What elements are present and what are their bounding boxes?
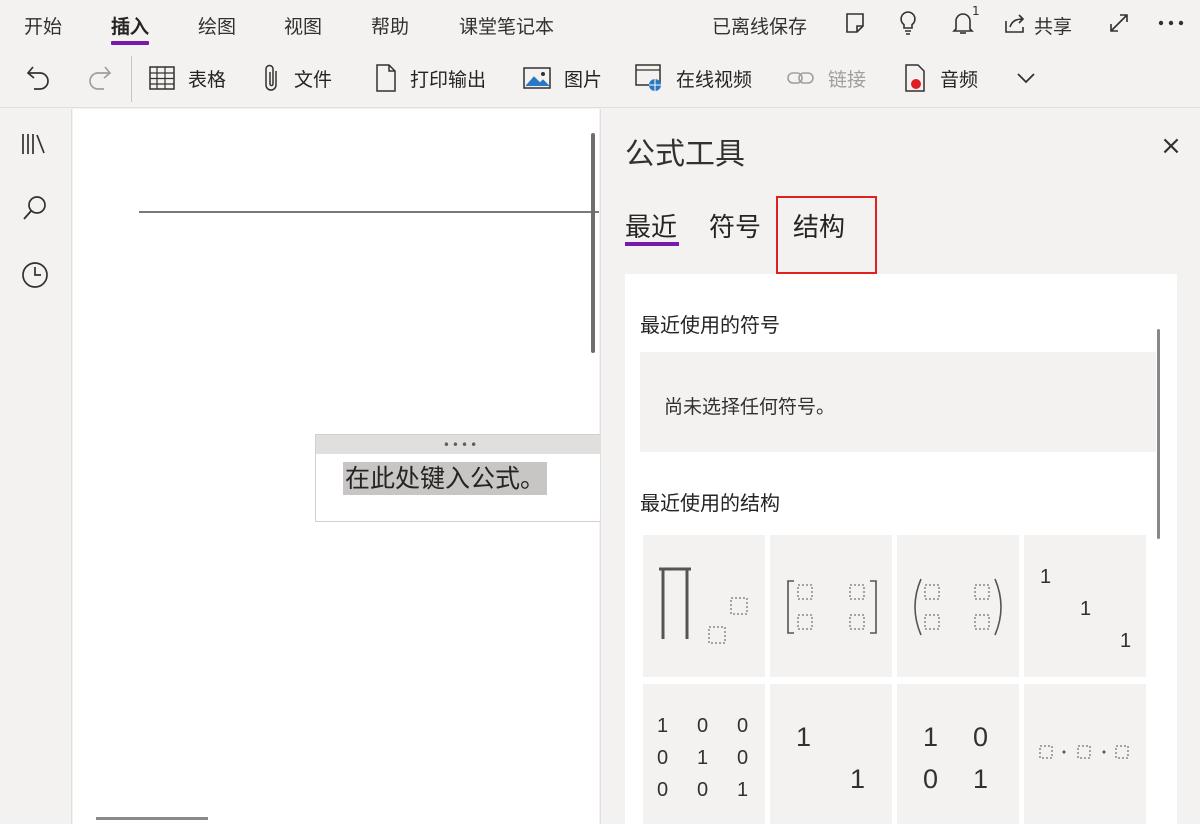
equation-tools-pane: 公式工具 × 最近 符号 结构 最近使用的符号 尚未选择任何符号。 最近使用的结…	[600, 109, 1200, 824]
expand-icon[interactable]	[1104, 8, 1134, 38]
svg-text:0: 0	[973, 722, 988, 752]
tab-view[interactable]: 视图	[284, 12, 322, 39]
ribbon-toolbar: 表格 文件 打印输出 图片 在线视频 链接 音频	[0, 48, 1200, 108]
insert-online-video-label: 在线视频	[676, 68, 753, 91]
audio-record-icon	[905, 64, 925, 92]
svg-text:0: 0	[737, 715, 748, 737]
picture-icon	[523, 67, 551, 89]
ribbon-separator	[131, 56, 132, 102]
insert-link-button[interactable]: 链接	[786, 48, 866, 108]
insert-printout-label: 打印输出	[410, 68, 487, 91]
svg-text:1: 1	[697, 747, 708, 769]
structure-identity-matrix-2x2[interactable]: 1 0 0 1	[897, 684, 1019, 824]
structure-identity-diagonal-3[interactable]: 1 1 1	[1024, 535, 1146, 677]
more-options-icon[interactable]	[1156, 8, 1186, 38]
tab-help[interactable]: 帮助	[371, 12, 409, 39]
pane-title: 公式工具	[625, 137, 745, 172]
tab-recent[interactable]: 最近	[625, 207, 677, 244]
insert-printout-button[interactable]: 打印输出	[374, 48, 486, 108]
tab-symbols[interactable]: 符号	[709, 207, 761, 244]
share-button[interactable]: 共享	[1034, 12, 1072, 39]
pane-scrollbar[interactable]	[1157, 329, 1160, 539]
lightbulb-icon[interactable]	[893, 8, 923, 38]
tab-insert[interactable]: 插入	[111, 12, 149, 39]
svg-text:1: 1	[737, 779, 748, 801]
pane-active-tab-indicator	[625, 242, 679, 246]
insert-audio-button[interactable]: 音频	[902, 48, 978, 108]
structure-matrix-dots[interactable]	[1024, 684, 1146, 824]
undo-icon[interactable]	[24, 62, 54, 92]
page-bottom-scrollbar[interactable]	[96, 817, 208, 820]
link-icon	[787, 72, 814, 84]
insert-table-label: 表格	[188, 68, 227, 91]
document-icon	[376, 64, 396, 92]
structure-product-operator[interactable]	[643, 535, 765, 677]
svg-text:0: 0	[657, 779, 668, 801]
left-navigation-bar	[0, 109, 72, 824]
annotation-highlight-box	[776, 196, 877, 274]
structure-matrix-2x2-parens[interactable]	[897, 535, 1019, 677]
svg-text:1: 1	[657, 715, 668, 737]
sticky-note-icon[interactable]	[840, 8, 870, 38]
insert-picture-button[interactable]: 图片	[522, 48, 602, 108]
recent-symbols-box: 尚未选择任何符号。	[640, 352, 1156, 452]
menu-bar: 开始 插入 绘图 视图 帮助 课堂笔记本 已离线保存 1 共享	[0, 0, 1200, 48]
close-icon[interactable]: ×	[1156, 131, 1186, 161]
diag-cell: 1	[1080, 598, 1091, 620]
equation-input[interactable]: 在此处键入公式。	[343, 462, 548, 495]
pane-content: 最近使用的符号 尚未选择任何符号。 最近使用的结构 1 1 1 1 0 0 0 …	[625, 274, 1177, 824]
tab-class-notebook[interactable]: 课堂笔记本	[459, 12, 554, 39]
svg-text:0: 0	[697, 779, 708, 801]
insert-online-video-button[interactable]: 在线视频	[634, 48, 752, 108]
svg-text:1: 1	[923, 722, 938, 752]
svg-text:0: 0	[697, 715, 708, 737]
save-status: 已离线保存	[712, 16, 808, 38]
page-scrollbar[interactable]	[591, 133, 595, 353]
notification-count: 1	[972, 4, 980, 18]
equation-drag-handle[interactable]: ••••	[316, 435, 606, 454]
structure-matrix-2x2-brackets[interactable]	[770, 535, 892, 677]
insert-link-label: 链接	[828, 68, 867, 91]
page-title-line	[139, 211, 599, 213]
recent-symbols-empty-text: 尚未选择任何符号。	[664, 396, 836, 418]
redo-icon[interactable]	[84, 62, 114, 92]
share-icon[interactable]	[1000, 8, 1030, 38]
notebooks-icon[interactable]	[20, 129, 50, 159]
tab-home[interactable]: 开始	[24, 12, 62, 39]
online-video-icon	[635, 64, 661, 91]
insert-audio-label: 音频	[940, 68, 979, 91]
recent-clock-icon[interactable]	[20, 260, 50, 290]
svg-text:0: 0	[737, 747, 748, 769]
structure-identity-diagonal-2[interactable]: 1 1	[770, 684, 892, 824]
table-icon	[149, 66, 175, 90]
tab-draw[interactable]: 绘图	[198, 12, 236, 39]
page-canvas[interactable]: •••• 在此处键入公式。	[73, 109, 606, 824]
structure-identity-matrix-3x3[interactable]: 1 0 0 0 1 0 0 0 1	[643, 684, 765, 824]
recent-structures-heading: 最近使用的结构	[640, 491, 780, 515]
insert-file-label: 文件	[294, 68, 333, 91]
paperclip-icon	[265, 64, 277, 91]
insert-picture-label: 图片	[564, 68, 603, 91]
insert-file-button[interactable]: 文件	[262, 48, 332, 108]
svg-text:1: 1	[973, 764, 988, 794]
recent-symbols-heading: 最近使用的符号	[640, 313, 780, 337]
diag-cell: 1	[1040, 566, 1051, 588]
insert-table-button[interactable]: 表格	[148, 48, 226, 108]
search-icon[interactable]	[20, 193, 50, 223]
diag-cell: 1	[1120, 630, 1131, 652]
svg-text:0: 0	[923, 764, 938, 794]
chevron-down-icon[interactable]	[1011, 63, 1041, 93]
svg-text:1: 1	[850, 764, 865, 794]
active-tab-indicator	[111, 41, 149, 45]
svg-text:1: 1	[796, 722, 811, 752]
equation-container[interactable]: •••• 在此处键入公式。	[315, 434, 606, 522]
svg-text:0: 0	[657, 747, 668, 769]
